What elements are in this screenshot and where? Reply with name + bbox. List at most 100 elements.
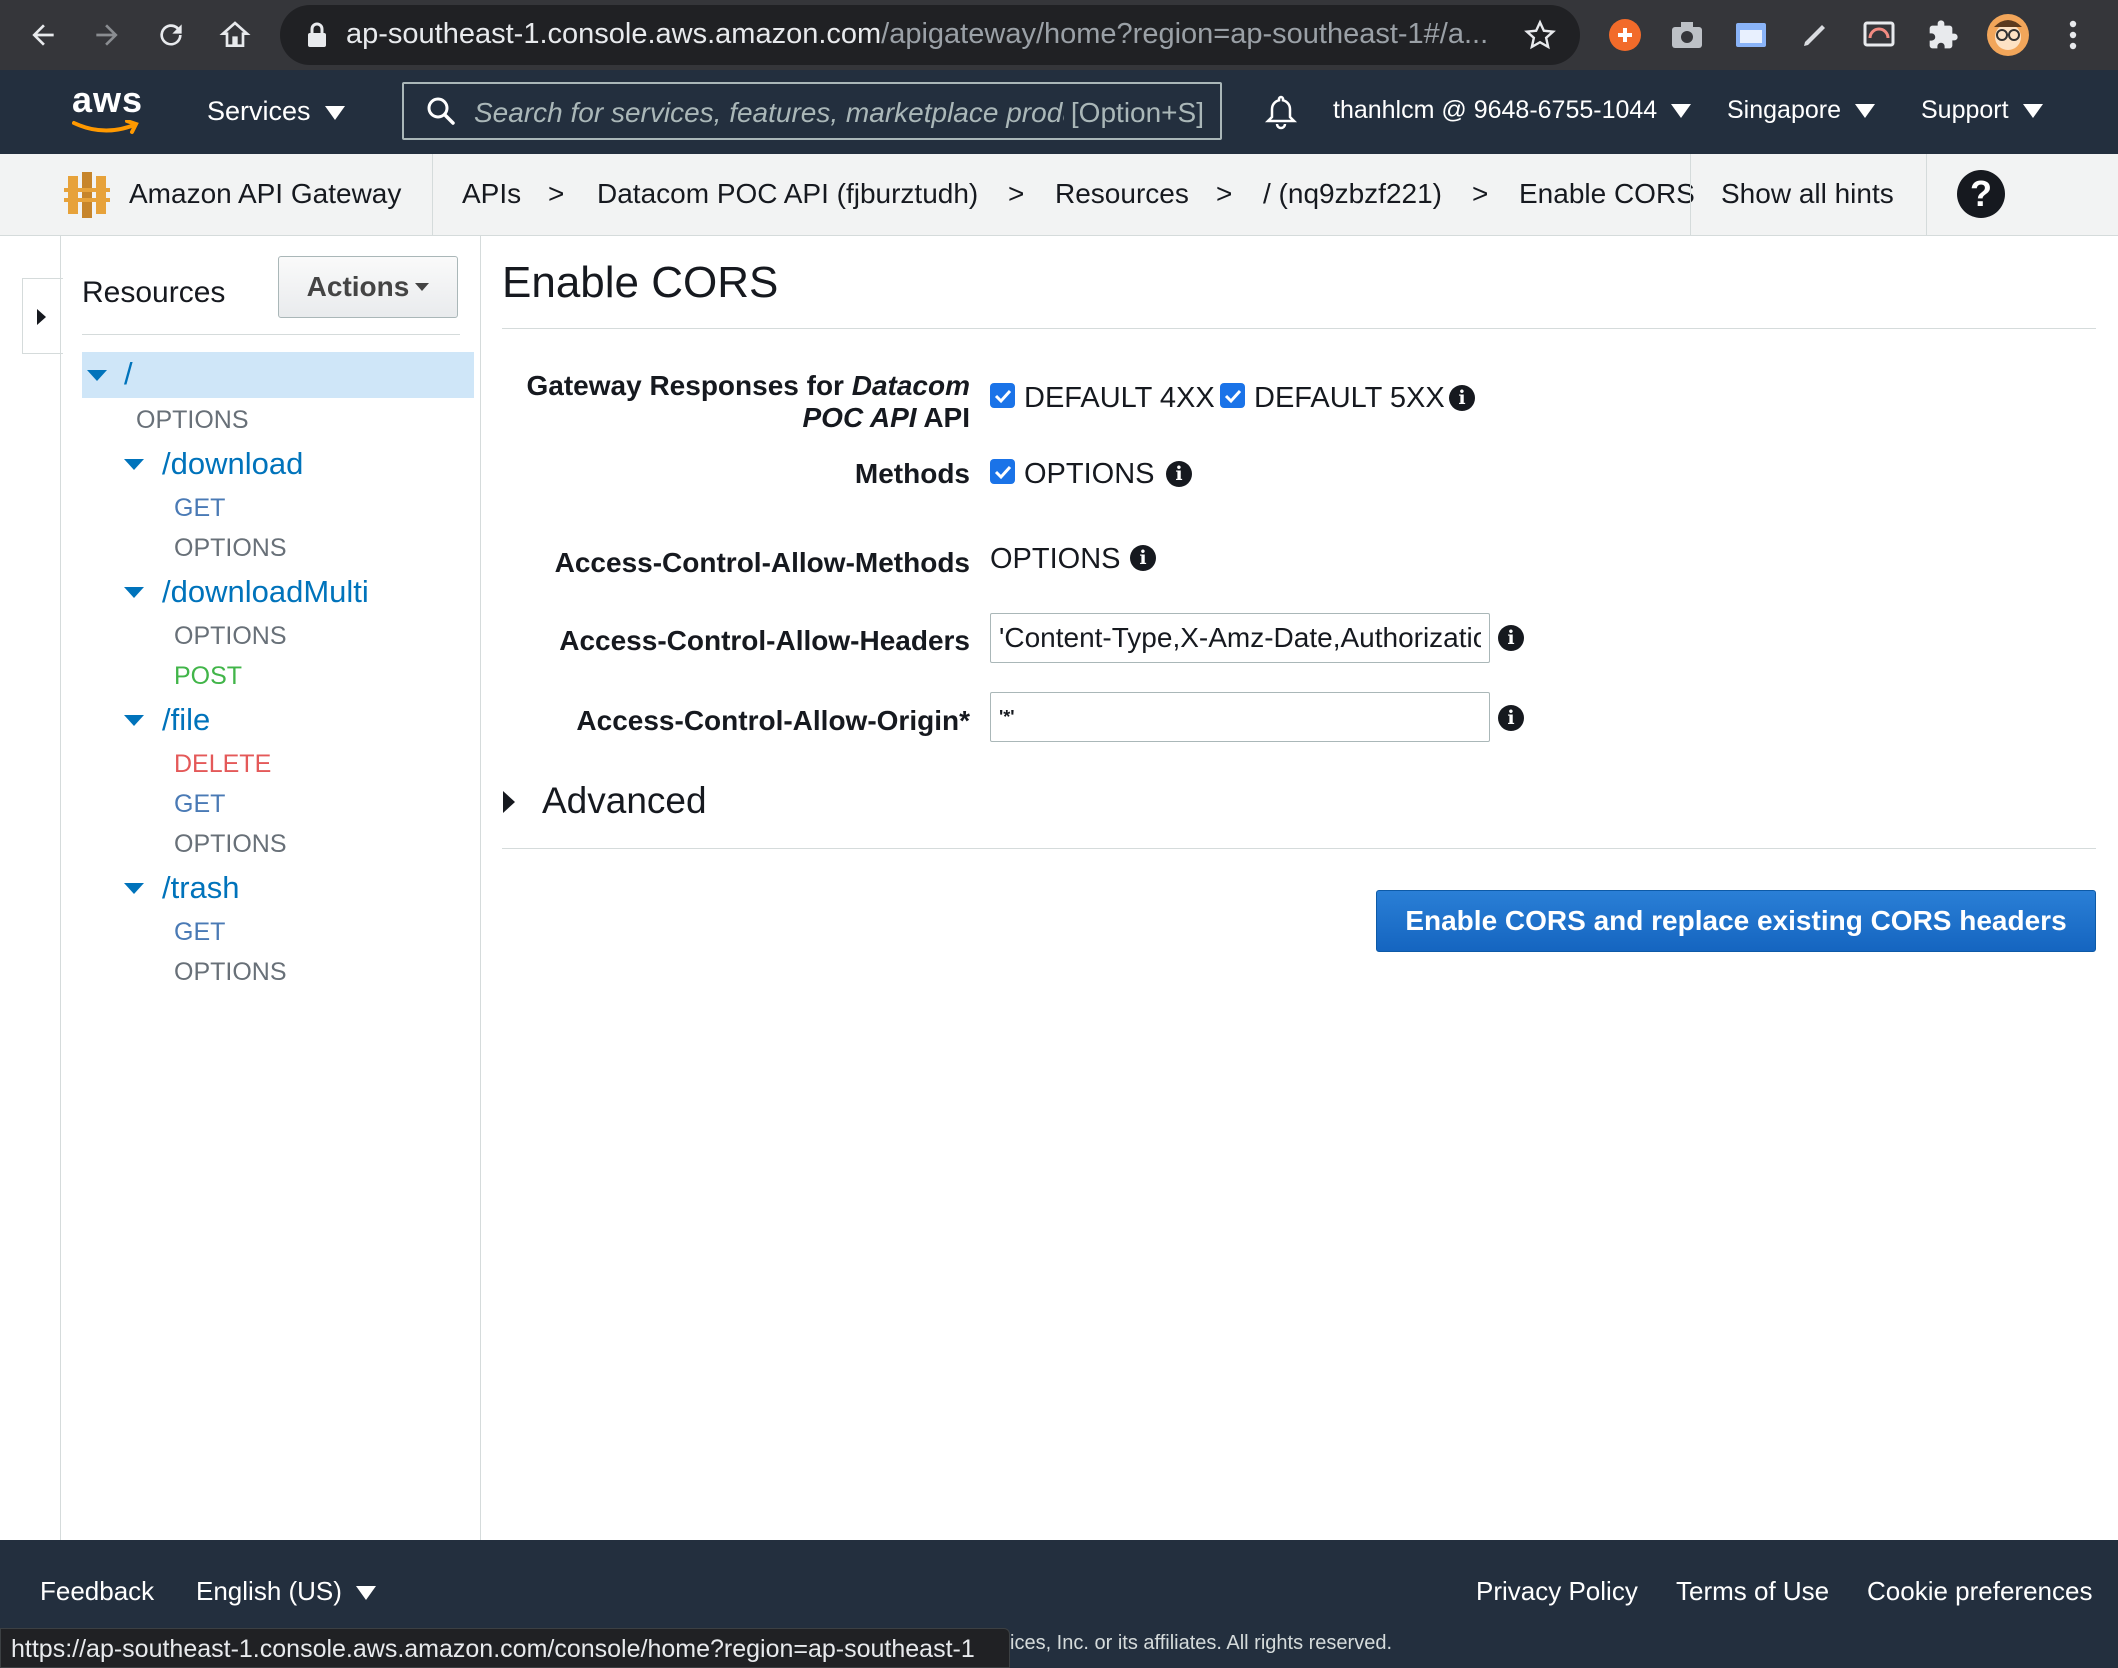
aws-top-nav: aws Services Search for services, featur…	[0, 70, 2118, 154]
api-gateway-logo-icon	[64, 168, 110, 227]
gateway-responses-label: Gateway Responses for Datacom	[527, 370, 971, 402]
resource-file[interactable]: /file	[162, 702, 210, 738]
menu-icon[interactable]	[2052, 14, 2094, 56]
caret-down-icon[interactable]	[124, 883, 144, 894]
resource-trash[interactable]: /trash	[162, 870, 240, 906]
cast-icon[interactable]	[1858, 14, 1900, 56]
search-box[interactable]: Search for services, features, marketpla…	[402, 82, 1222, 140]
caret-down-icon[interactable]	[124, 587, 144, 598]
resource-root-row[interactable]	[82, 352, 474, 398]
info-icon[interactable]: i	[1498, 625, 1524, 651]
info-icon[interactable]: i	[1166, 461, 1192, 487]
extensions-puzzle-icon[interactable]	[1922, 14, 1964, 56]
profile-avatar[interactable]	[1985, 12, 2031, 58]
resource-downloadmulti[interactable]: /downloadMulti	[162, 574, 369, 610]
method-get[interactable]: GET	[174, 918, 225, 947]
divider	[82, 334, 460, 335]
method-options[interactable]: OPTIONS	[174, 622, 287, 651]
account-menu[interactable]: thanhlcm @ 9648-6755-1044	[1333, 96, 1692, 125]
gateway-label-text: API	[916, 402, 970, 433]
search-icon	[426, 96, 456, 131]
forward-icon[interactable]	[80, 8, 134, 62]
resource-download[interactable]: /download	[162, 446, 303, 482]
page-title: Enable CORS	[502, 258, 779, 307]
breadcrumb-api[interactable]: Datacom POC API (fjburztudh)	[597, 178, 978, 210]
aws-logo-text: aws	[72, 79, 144, 120]
breadcrumb-apis[interactable]: APIs	[462, 178, 521, 210]
reload-icon[interactable]	[144, 8, 198, 62]
status-bar: https://ap-southeast-1.console.aws.amazo…	[0, 1628, 1010, 1668]
default-5xx-checkbox[interactable]	[1220, 383, 1245, 408]
privacy-link[interactable]: Privacy Policy	[1476, 1576, 1638, 1607]
services-menu[interactable]: Services	[207, 96, 345, 127]
back-icon[interactable]	[16, 8, 70, 62]
show-hints-link[interactable]: Show all hints	[1721, 178, 1894, 210]
default-4xx-checkbox[interactable]	[990, 383, 1015, 408]
panel-border	[480, 236, 481, 1541]
gateway-label-text: Gateway Responses for	[526, 370, 852, 401]
service-name[interactable]: Amazon API Gateway	[129, 178, 401, 210]
caret-down-icon[interactable]	[124, 459, 144, 470]
method-get[interactable]: GET	[174, 494, 225, 523]
region-menu[interactable]: Singapore	[1727, 96, 1875, 125]
url-path: /apigateway/home?region=ap-southeast-1#/…	[881, 18, 1489, 50]
method-options[interactable]: OPTIONS	[174, 830, 287, 859]
extension-orange-icon[interactable]	[1604, 14, 1646, 56]
notifications-bell-icon[interactable]	[1264, 94, 1298, 135]
chevron-down-icon	[1671, 104, 1692, 119]
window-extension-icon[interactable]	[1730, 14, 1772, 56]
support-label: Support	[1921, 96, 2009, 124]
home-icon[interactable]	[208, 8, 262, 62]
info-icon[interactable]: i	[1449, 385, 1475, 411]
pen-icon[interactable]	[1794, 14, 1836, 56]
caret-right-icon	[37, 309, 46, 325]
methods-label: Methods	[854, 458, 970, 489]
allow-origin-input[interactable]	[990, 692, 1490, 742]
method-get[interactable]: GET	[174, 790, 225, 819]
method-options[interactable]: OPTIONS	[174, 958, 287, 987]
chevron-down-icon	[415, 283, 430, 291]
breadcrumb-resource[interactable]: / (nq9zbzf221)	[1263, 178, 1442, 210]
options-method-label[interactable]: OPTIONS	[1024, 458, 1155, 491]
aws-logo[interactable]: aws	[72, 80, 143, 141]
camera-icon[interactable]	[1666, 14, 1708, 56]
panel-border	[60, 236, 61, 1541]
account-label: thanhlcm @ 9648-6755-1044	[1333, 96, 1658, 124]
search-input[interactable]: Search for services, features, marketpla…	[474, 97, 1064, 129]
resource-root[interactable]: /	[124, 356, 133, 392]
cookie-preferences-link[interactable]: Cookie preferences	[1867, 1576, 2092, 1607]
caret-right-icon[interactable]	[503, 791, 515, 813]
method-post[interactable]: POST	[174, 662, 242, 691]
caret-down-icon[interactable]	[124, 715, 144, 726]
allow-headers-input[interactable]	[990, 613, 1490, 663]
caret-down-icon[interactable]	[87, 370, 107, 381]
help-icon[interactable]: ?	[1957, 170, 2005, 218]
lock-icon[interactable]	[306, 22, 328, 53]
info-icon[interactable]: i	[1130, 545, 1156, 571]
support-menu[interactable]: Support	[1921, 96, 2043, 125]
chevron-down-icon	[324, 105, 345, 120]
star-icon[interactable]	[1524, 19, 1556, 56]
url-text[interactable]: ap-southeast-1.console.aws.amazon.com/ap…	[346, 18, 1496, 51]
allow-methods-value: OPTIONS	[990, 543, 1121, 575]
default-5xx-label[interactable]: DEFAULT 5XX	[1254, 382, 1445, 415]
language-label: English (US)	[196, 1576, 342, 1606]
terms-link[interactable]: Terms of Use	[1676, 1576, 1829, 1607]
address-bar[interactable]: ap-southeast-1.console.aws.amazon.com/ap…	[280, 5, 1580, 65]
default-4xx-label[interactable]: DEFAULT 4XX	[1024, 382, 1215, 415]
allow-methods-label: Access-Control-Allow-Methods	[554, 547, 970, 578]
actions-button[interactable]: Actions	[278, 256, 458, 318]
copyright-text: ices, Inc. or its affiliates. All rights…	[1010, 1632, 1393, 1654]
divider	[1690, 154, 1691, 236]
feedback-link[interactable]: Feedback	[40, 1576, 154, 1607]
method-options[interactable]: OPTIONS	[136, 406, 249, 435]
language-selector[interactable]: English (US)	[196, 1576, 376, 1607]
breadcrumb-resources[interactable]: Resources	[1055, 178, 1189, 210]
method-options[interactable]: OPTIONS	[174, 534, 287, 563]
enable-cors-button[interactable]: Enable CORS and replace existing CORS he…	[1376, 890, 2096, 952]
advanced-toggle[interactable]: Advanced	[542, 780, 707, 822]
options-method-checkbox[interactable]	[990, 459, 1015, 484]
panel-toggle[interactable]	[22, 278, 63, 354]
method-delete[interactable]: DELETE	[174, 750, 271, 779]
info-icon[interactable]: i	[1498, 705, 1524, 731]
